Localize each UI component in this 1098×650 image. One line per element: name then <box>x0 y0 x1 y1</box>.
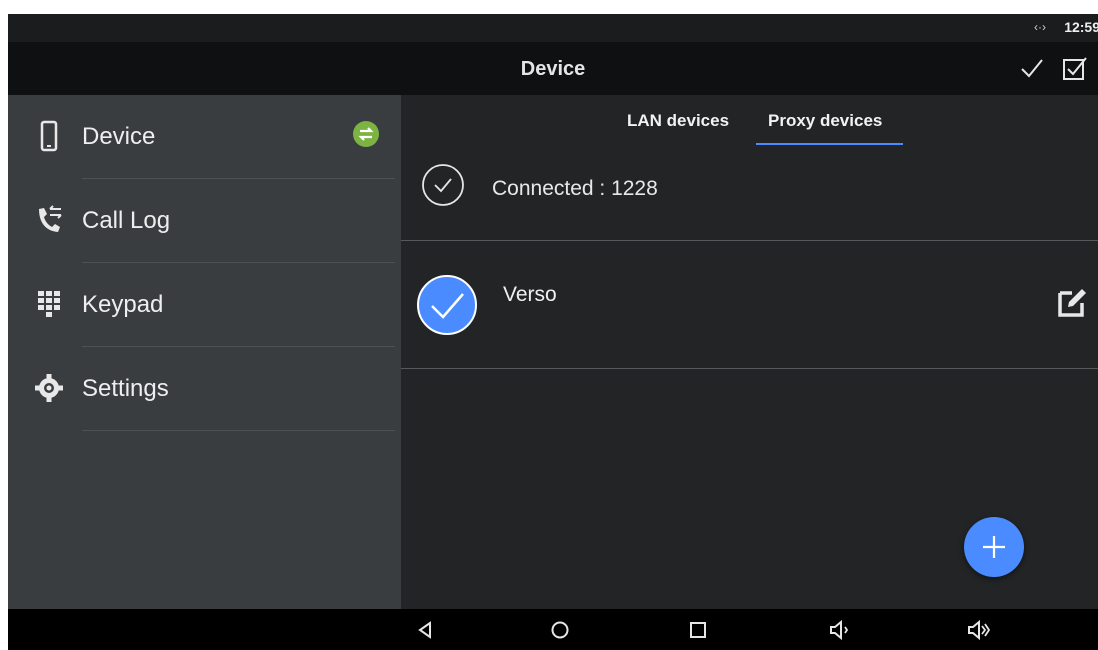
system-nav-bar <box>8 609 1098 650</box>
call-log-icon <box>39 205 62 232</box>
confirm-button[interactable] <box>1018 54 1046 82</box>
add-device-button[interactable] <box>964 517 1024 577</box>
recents-icon[interactable] <box>686 618 710 642</box>
plus-icon <box>983 536 1005 558</box>
page-title: Device <box>520 58 586 80</box>
sync-icon <box>353 121 379 147</box>
app-screen: ‹·› 12:59 Device Device Call Log Keypad … <box>8 14 1098 650</box>
edit-icon[interactable] <box>1054 285 1090 321</box>
home-icon[interactable] <box>548 618 572 642</box>
sidebar-item-device[interactable]: Device <box>8 95 401 179</box>
tab-lan-devices[interactable]: LAN devices <box>627 111 729 131</box>
divider <box>82 430 395 431</box>
volume-down-icon[interactable] <box>828 618 852 642</box>
sidebar: Device Call Log Keypad Settings <box>8 95 401 609</box>
phone-device-icon <box>40 120 58 152</box>
sidebar-item-label: Settings <box>82 375 169 402</box>
connection-text: Connected : 1228 <box>492 177 658 200</box>
sidebar-item-label: Call Log <box>82 207 171 234</box>
app-bar: Device <box>8 42 1098 95</box>
sidebar-item-keypad[interactable]: Keypad <box>8 263 401 347</box>
select-all-button[interactable] <box>1060 54 1088 82</box>
checkbox-checked-icon <box>1063 57 1087 80</box>
sidebar-item-label: Device <box>82 123 156 150</box>
status-bar: ‹·› 12:59 <box>8 14 1098 42</box>
network-activity-icon: ‹·› <box>1034 20 1046 34</box>
sidebar-item-call-log[interactable]: Call Log <box>8 179 401 263</box>
connection-status: Connected : 1228 <box>401 155 1098 240</box>
device-name: Verso <box>503 283 557 306</box>
volume-up-icon[interactable] <box>966 618 990 642</box>
check-icon <box>1021 59 1043 78</box>
sidebar-item-settings[interactable]: Settings <box>8 347 401 431</box>
sidebar-item-label: Keypad <box>82 291 164 318</box>
main-content: LAN devices Proxy devices Connected : 12… <box>401 95 1098 609</box>
keypad-icon <box>38 291 60 317</box>
gear-icon <box>35 374 63 402</box>
tab-proxy-devices[interactable]: Proxy devices <box>768 111 882 131</box>
active-tab-indicator <box>756 143 903 145</box>
back-icon[interactable] <box>413 618 437 642</box>
status-time: 12:59 <box>1064 19 1098 35</box>
divider <box>401 368 1098 369</box>
list-item[interactable]: Verso <box>401 241 1098 369</box>
check-circle-outline-icon <box>422 164 464 206</box>
checked-circle-icon[interactable] <box>416 274 478 336</box>
